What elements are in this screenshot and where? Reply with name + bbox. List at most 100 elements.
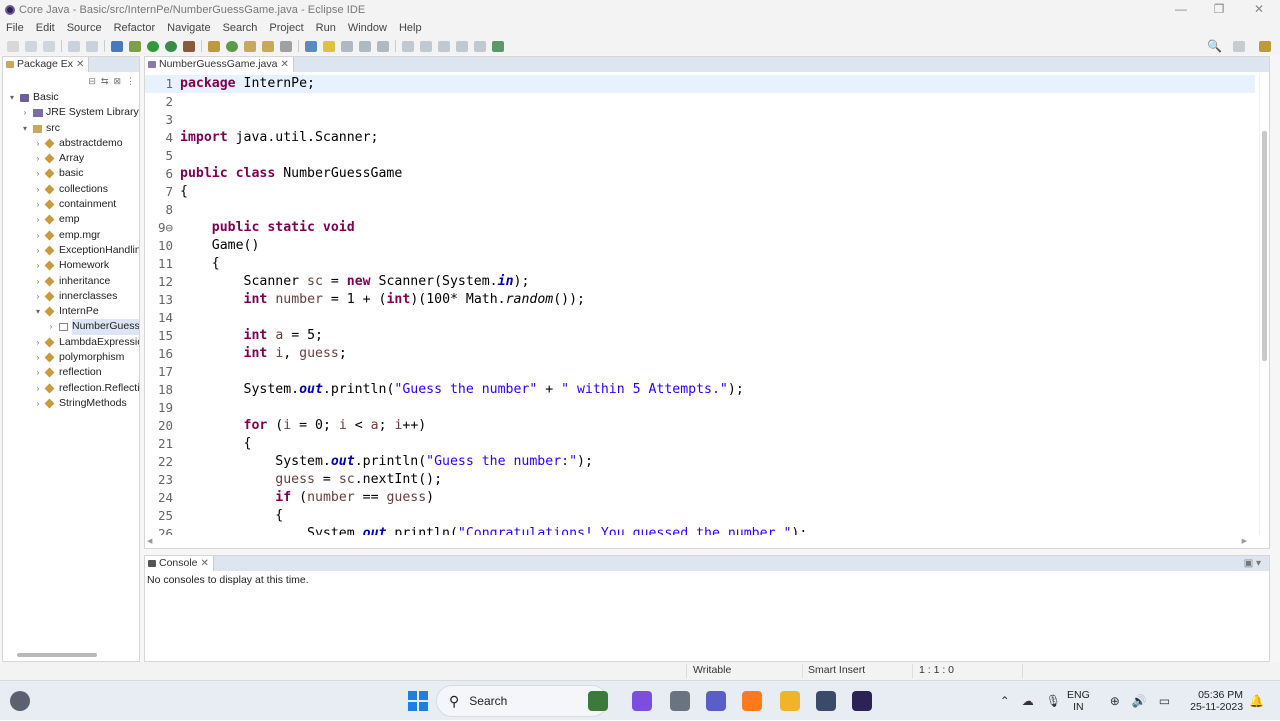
terminal-icon[interactable]: [111, 40, 123, 52]
menu-refactor[interactable]: Refactor: [108, 22, 162, 34]
code-area[interactable]: 1 package InternPe; 2 3 4 import java.util.Sc…: [145, 75, 1255, 535]
open-task-icon[interactable]: [262, 40, 274, 52]
tree-item[interactable]: › reflection: [3, 365, 139, 380]
close-icon[interactable]: ✕: [76, 59, 84, 70]
menu-window[interactable]: Window: [342, 22, 393, 34]
annotation-icon[interactable]: [305, 40, 317, 52]
coverage-icon[interactable]: [165, 40, 177, 52]
new-icon[interactable]: [7, 40, 19, 52]
cloud-icon[interactable]: ☁: [1022, 694, 1034, 708]
new-class-icon[interactable]: [226, 40, 238, 52]
tree-item[interactable]: ▾ Basic: [3, 90, 139, 105]
chevron-right-icon[interactable]: ›: [33, 243, 43, 258]
display-console-icon[interactable]: ▣: [1244, 558, 1253, 569]
chevron-right-icon[interactable]: ›: [33, 182, 43, 197]
tree-item[interactable]: › Array: [3, 151, 139, 166]
insert-mode-status[interactable]: Smart Insert: [808, 664, 865, 676]
open-console-icon[interactable]: ▾: [1256, 558, 1261, 569]
code-line[interactable]: 13 int number = 1 + (int)(100* Math.rand…: [145, 291, 1255, 309]
tree-item[interactable]: › emp: [3, 212, 139, 227]
scroll-right-icon[interactable]: ▶: [1242, 537, 1247, 545]
code-line[interactable]: 1 package InternPe;: [145, 75, 1255, 93]
tree-item[interactable]: › polymorphism: [3, 350, 139, 365]
code-line[interactable]: 25 {: [145, 507, 1255, 525]
chevron-right-icon[interactable]: ›: [33, 396, 43, 411]
save-icon[interactable]: [25, 40, 37, 52]
tree-item[interactable]: › reflection.Reflectic: [3, 381, 139, 396]
network-icon[interactable]: ⊕: [1110, 694, 1120, 708]
menu-edit[interactable]: Edit: [30, 22, 61, 34]
package-explorer-tab[interactable]: Package Ex ✕: [3, 57, 90, 72]
code-line[interactable]: 16 int i, guess;: [145, 345, 1255, 363]
horizontal-scrollbar[interactable]: [17, 653, 97, 657]
tree-item[interactable]: › ExceptionHandlin: [3, 243, 139, 258]
console-tab[interactable]: Console ✕: [145, 556, 214, 571]
tree-item[interactable]: › innerclasses: [3, 289, 139, 304]
tree-item[interactable]: › collections: [3, 182, 139, 197]
file-explorer-icon[interactable]: [780, 691, 800, 711]
start-button[interactable]: [408, 691, 428, 711]
minimize-button[interactable]: —: [1162, 0, 1200, 19]
code-line[interactable]: 11 {: [145, 255, 1255, 273]
code-line[interactable]: 6 public class NumberGuessGame: [145, 165, 1255, 183]
chevron-right-icon[interactable]: ›: [20, 105, 30, 120]
search-icon[interactable]: 🔍: [1207, 39, 1222, 53]
chevron-right-icon[interactable]: ›: [33, 136, 43, 151]
vertical-scrollbar[interactable]: [1262, 131, 1267, 361]
copilot-icon[interactable]: [632, 691, 652, 711]
chevron-right-icon[interactable]: ›: [33, 197, 43, 212]
code-line[interactable]: 19: [145, 399, 1255, 417]
close-icon[interactable]: ✕: [280, 59, 288, 70]
code-line[interactable]: 10 Game(): [145, 237, 1255, 255]
back-icon[interactable]: [438, 40, 450, 52]
java-perspective-icon[interactable]: [1259, 40, 1271, 52]
code-line[interactable]: 9⊖ public static void: [145, 219, 1255, 237]
code-line[interactable]: 4 import java.util.Scanner;: [145, 129, 1255, 147]
chevron-right-icon[interactable]: ›: [33, 228, 43, 243]
battery-icon[interactable]: ▭: [1159, 694, 1170, 708]
menu-file[interactable]: File: [0, 22, 30, 34]
code-line[interactable]: 5: [145, 147, 1255, 165]
tree-item[interactable]: ▾ src: [3, 121, 139, 136]
chevron-right-icon[interactable]: ›: [33, 365, 43, 380]
view-menu-icon[interactable]: ⋮: [126, 76, 135, 87]
code-line[interactable]: 17: [145, 363, 1255, 381]
code-line[interactable]: 14: [145, 309, 1255, 327]
tree-item[interactable]: › Homework: [3, 258, 139, 273]
chevron-down-icon[interactable]: ▾: [20, 121, 30, 136]
teams-icon[interactable]: [706, 691, 726, 711]
forward-icon[interactable]: [456, 40, 468, 52]
code-line[interactable]: 23 guess = sc.nextInt();: [145, 471, 1255, 489]
code-line[interactable]: 3: [145, 111, 1255, 129]
scroll-left-icon[interactable]: ◀: [147, 537, 152, 545]
open-perspective-icon[interactable]: [1233, 40, 1245, 52]
menu-source[interactable]: Source: [61, 22, 108, 34]
redo-icon[interactable]: [86, 40, 98, 52]
collapse-all-icon[interactable]: ⊟: [88, 76, 96, 87]
chevron-right-icon[interactable]: ›: [33, 289, 43, 304]
close-button[interactable]: ✕: [1240, 0, 1278, 19]
chevron-right-icon[interactable]: ›: [33, 350, 43, 365]
editor-tab-numberguessgame[interactable]: NumberGuessGame.java ✕: [145, 57, 294, 72]
tree-item[interactable]: › inheritance: [3, 274, 139, 289]
show-whitespace-icon[interactable]: [341, 40, 353, 52]
new-java-project-icon[interactable]: [208, 40, 220, 52]
code-line[interactable]: 26 System.out.println("Congratulations! …: [145, 525, 1255, 535]
code-line[interactable]: 15 int a = 5;: [145, 327, 1255, 345]
chevron-right-icon[interactable]: ›: [46, 319, 56, 334]
last-edit-icon[interactable]: [474, 40, 486, 52]
chevron-right-icon[interactable]: ›: [33, 258, 43, 273]
tree-item[interactable]: › JRE System Library [Ja: [3, 105, 139, 120]
menu-run[interactable]: Run: [310, 22, 342, 34]
open-type-icon[interactable]: [244, 40, 256, 52]
menu-help[interactable]: Help: [393, 22, 428, 34]
code-line[interactable]: 7{: [145, 183, 1255, 201]
chevron-down-icon[interactable]: ▾: [33, 304, 43, 319]
menu-project[interactable]: Project: [263, 22, 309, 34]
highlight-icon[interactable]: [323, 40, 335, 52]
code-line[interactable]: 2: [145, 93, 1255, 111]
cursor-position[interactable]: 1 : 1 : 0: [919, 664, 954, 676]
debug-icon[interactable]: [129, 40, 141, 52]
microphone-icon[interactable]: 🎙: [1046, 694, 1061, 708]
chevron-right-icon[interactable]: ›: [33, 381, 43, 396]
